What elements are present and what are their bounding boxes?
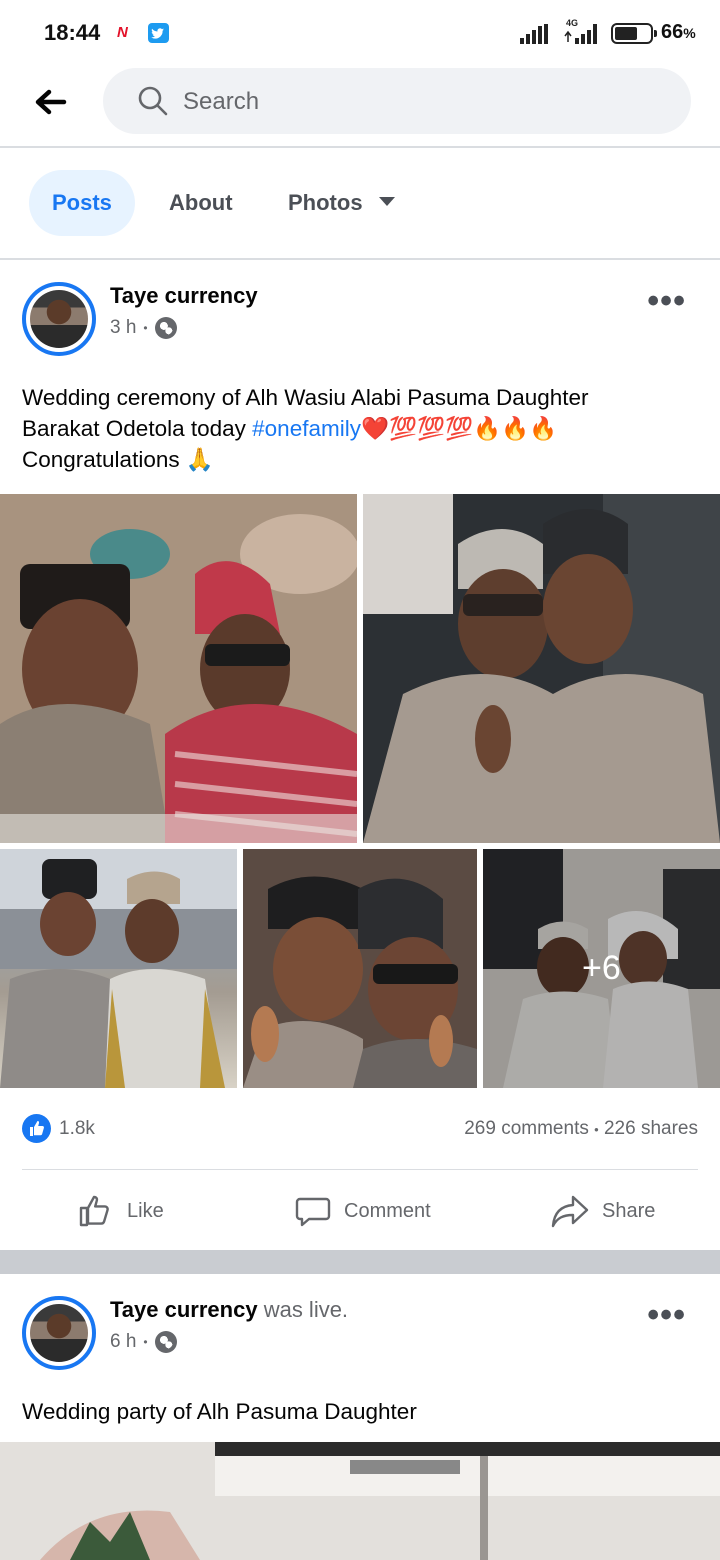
post-action-bar: Like Comment Share — [0, 1175, 720, 1249]
divider — [22, 1169, 698, 1170]
like-reaction-icon — [22, 1114, 51, 1143]
post-meta: 6 h • — [110, 1331, 177, 1353]
like-button[interactable]: Like — [78, 1191, 164, 1231]
tab-posts[interactable]: Posts — [29, 170, 135, 236]
post-photo-3[interactable] — [0, 849, 237, 1088]
avatar[interactable] — [22, 282, 96, 356]
avatar-photo — [30, 290, 88, 348]
post-photo-2[interactable] — [363, 494, 720, 843]
post-photo-5[interactable]: +6 — [483, 849, 720, 1088]
avatar[interactable] — [22, 1296, 96, 1370]
battery-tip — [654, 30, 657, 37]
search-placeholder: Search — [183, 88, 260, 115]
post-text-line1: Wedding ceremony of Alh Wasiu Alabi Pasu… — [22, 385, 589, 410]
meta-separator: • — [143, 1335, 148, 1349]
post-video-thumbnail[interactable] — [0, 1442, 720, 1560]
post-meta: 3 h • — [110, 317, 177, 339]
caret-down-icon — [378, 196, 395, 206]
hashtag-link[interactable]: #onefamily — [252, 416, 361, 441]
twitter-app-icon — [148, 23, 169, 43]
stats-separator: • — [594, 1122, 599, 1137]
post-time: 3 h — [110, 317, 137, 338]
post-options-button[interactable]: ••• — [647, 284, 686, 318]
signal-4g-icon — [564, 24, 597, 44]
share-button-label: Share — [602, 1199, 656, 1222]
status-bar: 18:44 N 4G 66% — [0, 0, 720, 64]
tab-photos-label: Photos — [288, 190, 363, 215]
post-time: 6 h — [110, 1331, 137, 1352]
signal-icon — [520, 24, 548, 44]
profile-tabs: Posts About Photos — [0, 150, 720, 260]
battery-icon — [611, 23, 653, 44]
comment-button[interactable]: Comment — [295, 1191, 431, 1231]
post-photo-1[interactable] — [0, 494, 357, 843]
reactions-row: 1.8k 269 comments • 226 shares — [0, 1106, 720, 1156]
post-text-line2: Barakat Odetola today #onefamily❤️💯💯💯🔥🔥🔥 — [22, 416, 558, 441]
comments-shares[interactable]: 269 comments • 226 shares — [464, 1118, 698, 1140]
feed-separator — [0, 1250, 720, 1274]
news-app-icon: N — [117, 24, 128, 41]
post-photo-4[interactable] — [243, 849, 477, 1088]
post-text: Wedding ceremony of Alh Wasiu Alabi Pasu… — [22, 382, 702, 475]
search-icon — [138, 86, 168, 116]
post-author-name[interactable]: Taye currency — [110, 1297, 258, 1322]
post-text-line3: Congratulations 🙏 — [22, 447, 214, 472]
avatar-photo — [30, 1304, 88, 1362]
post-author[interactable]: Taye currency was live. — [110, 1297, 348, 1323]
battery-fill — [615, 27, 638, 40]
share-button[interactable]: Share — [551, 1191, 655, 1231]
globe-icon — [154, 317, 177, 339]
search-header: Search — [0, 64, 720, 148]
more-photos-count: +6 — [582, 949, 621, 987]
back-arrow-icon — [35, 89, 67, 115]
emoji-sequence: ❤️💯💯💯🔥🔥🔥 — [360, 416, 558, 441]
battery-percent: 66% — [661, 21, 696, 43]
meta-separator: • — [143, 321, 148, 335]
search-input[interactable]: Search — [103, 68, 691, 134]
back-button[interactable] — [30, 84, 74, 120]
post-options-button[interactable]: ••• — [647, 1298, 686, 1332]
post-text: Wedding party of Alh Pasuma Daughter — [22, 1399, 417, 1424]
tab-about[interactable]: About — [169, 170, 233, 236]
status-time: 18:44 — [44, 20, 101, 45]
post-author-activity: was live. — [257, 1297, 349, 1322]
share-count[interactable]: 226 shares — [604, 1118, 698, 1139]
comment-icon — [295, 1197, 331, 1227]
like-count[interactable]: 1.8k — [59, 1118, 95, 1140]
globe-icon — [154, 1331, 177, 1353]
thumbs-up-icon — [79, 1195, 109, 1227]
like-button-label: Like — [127, 1199, 164, 1222]
share-icon — [551, 1195, 589, 1228]
tab-photos[interactable]: Photos — [288, 170, 395, 236]
comment-button-label: Comment — [344, 1199, 431, 1222]
comment-count[interactable]: 269 comments — [464, 1118, 589, 1139]
post-author[interactable]: Taye currency — [110, 283, 258, 309]
